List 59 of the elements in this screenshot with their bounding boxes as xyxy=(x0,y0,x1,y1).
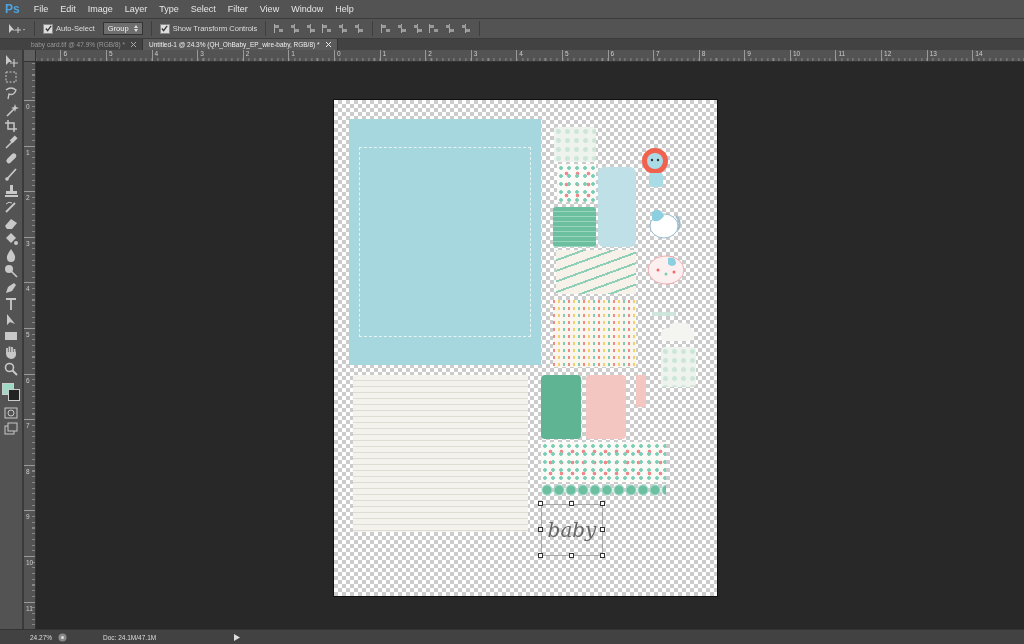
move-tool-icon[interactable] xyxy=(8,23,26,34)
menu-item[interactable]: Edit xyxy=(54,4,82,14)
transform-handle[interactable] xyxy=(569,501,574,506)
transform-handle[interactable] xyxy=(538,553,543,558)
pattern-tile xyxy=(661,347,696,387)
align-icon[interactable] xyxy=(322,24,333,33)
zoom-tool-icon[interactable] xyxy=(3,360,19,377)
crop-tool-icon[interactable] xyxy=(3,117,19,134)
dodge-tool-icon[interactable] xyxy=(3,263,19,280)
move-tool-icon[interactable] xyxy=(3,53,19,69)
app-logo: Ps xyxy=(4,2,21,16)
cloud-shape xyxy=(659,319,696,343)
align-icon[interactable] xyxy=(461,24,472,33)
screen-mode-icon[interactable] xyxy=(3,420,19,437)
menu-item[interactable]: Window xyxy=(285,4,330,14)
transform-handle[interactable] xyxy=(538,527,543,532)
align-icon[interactable] xyxy=(429,24,440,33)
menu-item[interactable]: Help xyxy=(329,4,360,14)
menu-item[interactable]: Select xyxy=(184,4,222,14)
menu-item[interactable]: Type xyxy=(153,4,185,14)
play-icon[interactable] xyxy=(232,632,242,642)
menu-item[interactable]: Layer xyxy=(118,4,154,14)
transform-handle[interactable] xyxy=(600,527,605,532)
small-label-strip xyxy=(652,312,676,316)
quick-mask-icon[interactable] xyxy=(3,404,19,421)
align-icon[interactable] xyxy=(397,24,408,33)
type-tool-icon[interactable] xyxy=(3,295,19,312)
menu-item[interactable]: View xyxy=(253,4,286,14)
align-icon[interactable] xyxy=(338,24,349,33)
background-color-swatch[interactable] xyxy=(8,388,20,401)
transform-handle[interactable] xyxy=(600,501,605,506)
align-icon[interactable] xyxy=(445,24,456,33)
stepper-arrows-icon xyxy=(133,25,138,32)
striped-card xyxy=(553,207,596,247)
hand-tool-icon[interactable] xyxy=(3,344,19,361)
transform-handle[interactable] xyxy=(600,553,605,558)
align-icon[interactable] xyxy=(290,24,301,33)
transform-handle[interactable] xyxy=(569,553,574,558)
menu-item[interactable]: Image xyxy=(81,4,119,14)
brush-tool-icon[interactable] xyxy=(3,166,19,183)
menu-item[interactable]: Filter xyxy=(221,4,254,14)
align-icon[interactable] xyxy=(354,24,365,33)
transform-handle[interactable] xyxy=(538,501,543,506)
lasso-tool-icon[interactable] xyxy=(3,85,19,102)
close-icon[interactable] xyxy=(131,42,137,47)
marquee-tool-icon[interactable] xyxy=(3,69,19,86)
menu-item[interactable]: File xyxy=(27,4,55,14)
journal-card xyxy=(586,375,626,439)
align-icon[interactable] xyxy=(381,24,392,33)
align-icon[interactable] xyxy=(306,24,317,33)
align-icon[interactable] xyxy=(274,24,285,33)
pattern-tile xyxy=(554,127,596,162)
checkbox[interactable] xyxy=(43,23,53,34)
align-icon[interactable] xyxy=(413,24,424,33)
stamp-tool-icon[interactable] xyxy=(3,182,19,199)
eyedropper-icon[interactable] xyxy=(3,133,19,150)
paper-strip xyxy=(636,375,646,407)
journal-card xyxy=(541,375,581,439)
checkbox[interactable] xyxy=(159,23,170,34)
